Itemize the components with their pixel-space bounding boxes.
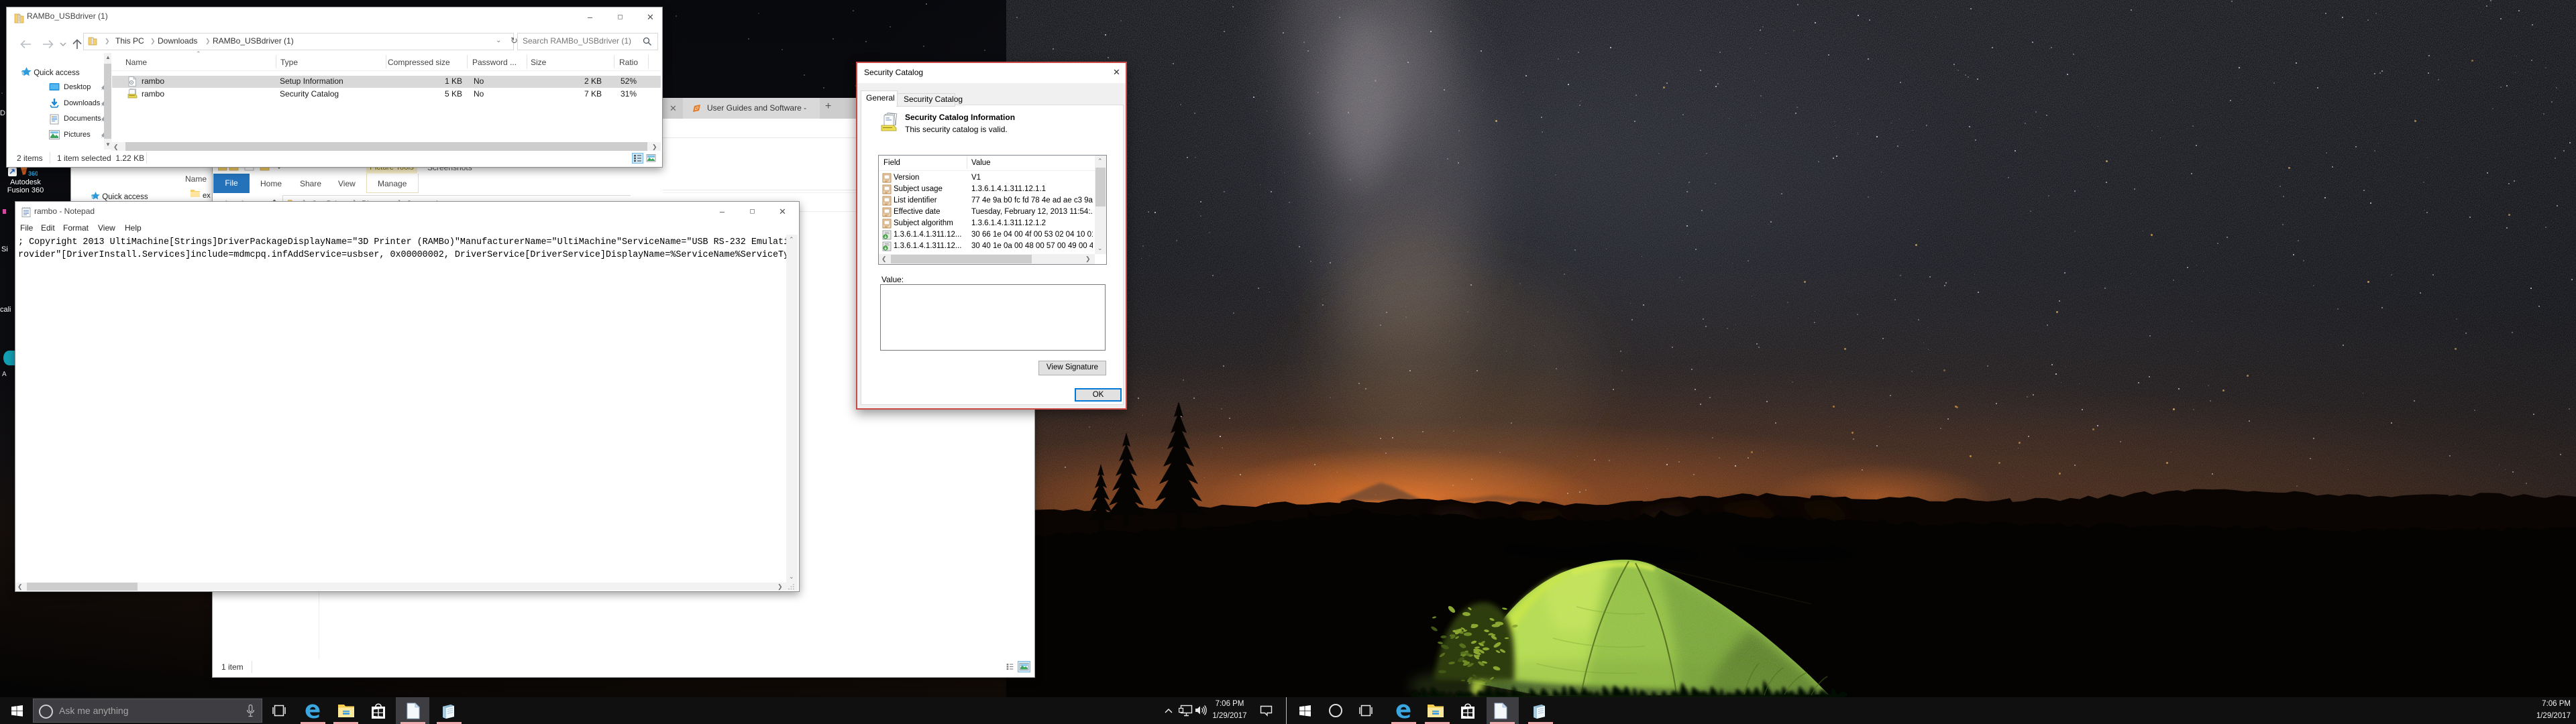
- svg-text:360: 360: [28, 170, 38, 177]
